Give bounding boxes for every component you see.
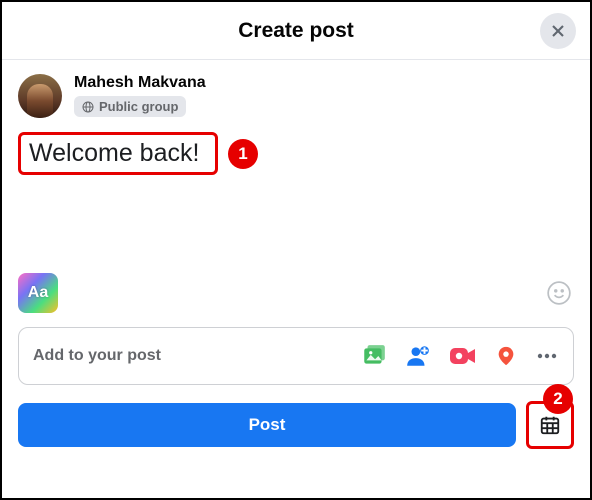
modal-header: Create post: [2, 2, 590, 60]
avatar: [18, 74, 62, 118]
photo-icon: [361, 343, 387, 369]
author-name: Mahesh Makvana: [74, 74, 206, 92]
background-color-button[interactable]: Aa: [18, 273, 58, 313]
globe-icon: [82, 101, 94, 113]
photo-video-button[interactable]: [361, 343, 387, 369]
post-button[interactable]: Post: [18, 403, 516, 447]
add-to-post-icons: [361, 343, 559, 369]
footer-row: Post 2: [18, 401, 574, 449]
modal-title: Create post: [238, 19, 354, 43]
close-icon: [548, 21, 568, 41]
live-video-button[interactable]: [449, 345, 477, 367]
annotation-callout-1: 1: [228, 139, 258, 169]
author-meta: Mahesh Makvana Public group: [74, 74, 206, 118]
location-button[interactable]: [495, 343, 517, 369]
add-to-post-bar: Add to your post: [18, 327, 574, 385]
add-to-post-label: Add to your post: [33, 347, 161, 365]
annotation-callout-2: 2: [543, 384, 573, 414]
person-tag-icon: [405, 343, 431, 369]
video-icon: [449, 345, 477, 367]
calendar-icon: [539, 414, 561, 436]
more-icon: [535, 344, 559, 368]
audience-selector[interactable]: Public group: [74, 96, 186, 117]
smile-icon: [546, 280, 572, 306]
more-options-button[interactable]: [535, 344, 559, 368]
tag-people-button[interactable]: [405, 343, 431, 369]
location-pin-icon: [495, 343, 517, 369]
close-button[interactable]: [540, 13, 576, 49]
post-content-area[interactable]: Welcome back! 1: [2, 126, 590, 181]
emoji-button[interactable]: [544, 278, 574, 308]
author-row: Mahesh Makvana Public group: [2, 60, 590, 126]
schedule-highlight: 2: [526, 401, 574, 449]
audience-label: Public group: [99, 99, 178, 114]
text-style-icon: Aa: [28, 284, 48, 302]
post-text-input[interactable]: Welcome back!: [18, 132, 218, 175]
background-emoji-row: Aa: [2, 273, 590, 313]
